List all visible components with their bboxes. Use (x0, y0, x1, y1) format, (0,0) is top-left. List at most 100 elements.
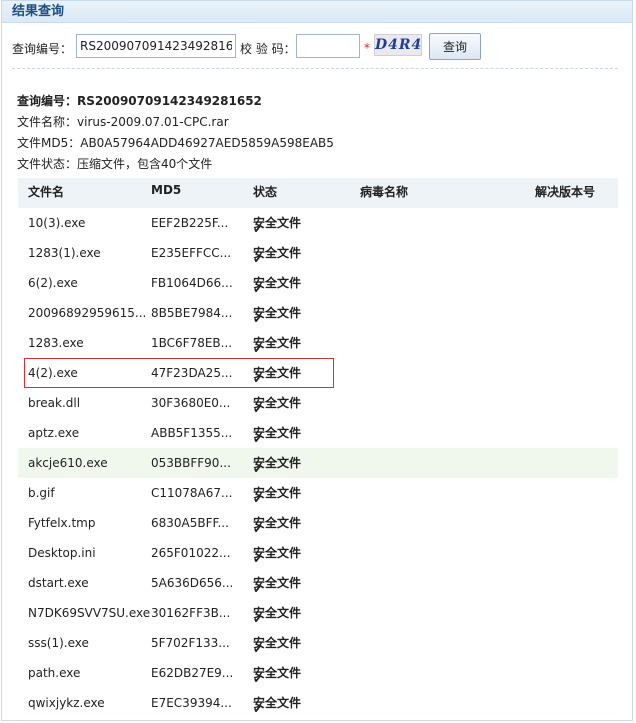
table-row: 1283.exe 1BC6F78EB... ✔ 安全文件 (18, 328, 618, 358)
checkmark-icon: ✔ (253, 492, 264, 506)
checkmark-icon: ✔ (253, 612, 264, 626)
row-md5: 053BBFF90... (151, 456, 231, 470)
row-status: ✔ 安全文件 (253, 544, 301, 566)
selected-row-outline (24, 358, 334, 388)
divider (12, 68, 618, 69)
table-row: qwixjykz.exe E7EC39394... ✔ 安全文件 (18, 688, 618, 718)
row-md5: E7EC39394... (151, 696, 232, 710)
table-row: Desktop.ini 265F01022... ✔ 安全文件 (18, 538, 618, 568)
row-md5: 30F3680E0... (151, 396, 231, 410)
checkmark-icon: ✔ (253, 432, 264, 446)
table-row: break.dll 30F3680E0... ✔ 安全文件 (18, 388, 618, 418)
row-status: ✔ 安全文件 (253, 424, 301, 446)
info-file-name: 文件名称：virus-2009.07.01-CPC.rar (17, 114, 617, 135)
table-row: dstart.exe 5A636D656... ✔ 安全文件 (18, 568, 618, 598)
row-file-name: Fytfelx.tmp (28, 516, 96, 530)
row-file-name: N7DK69SVV7SU.exe (28, 606, 151, 620)
header-virus-name: 病毒名称 (360, 185, 409, 199)
row-status: ✔ 安全文件 (253, 214, 301, 236)
row-md5: 5A636D656... (151, 576, 234, 590)
table-row: 1283(1).exe E235EFFCC... ✔ 安全文件 (18, 238, 618, 268)
row-status: ✔ 安全文件 (253, 274, 301, 296)
table-row: sss(1).exe 5F702F133... ✔ 安全文件 (18, 628, 618, 658)
result-query-panel: 结果查询 查询编号： 校 验 码： * D4R4 查询 查询编号：RS20090… (1, 0, 633, 721)
row-file-name: Desktop.ini (28, 546, 96, 560)
row-md5: 5F702F133... (151, 636, 230, 650)
row-file-name: 1283.exe (28, 336, 84, 350)
info-query-id-value: RS20090709142349281652 (77, 94, 262, 108)
row-status: ✔ 安全文件 (253, 694, 301, 716)
checkmark-icon: ✔ (253, 642, 264, 656)
info-query-id-label: 查询编号： (17, 94, 78, 108)
checkmark-icon: ✔ (253, 702, 264, 716)
row-file-name: aptz.exe (28, 426, 80, 440)
row-status: ✔ 安全文件 (253, 514, 301, 536)
row-file-name: sss(1).exe (28, 636, 89, 650)
checkmark-icon: ✔ (253, 312, 264, 326)
row-file-name: 20096892959615... (28, 306, 147, 320)
header-fix-version: 解决版本号 (535, 185, 596, 199)
row-md5: 6830A5BFF... (151, 516, 229, 530)
table-row: 10(3).exe EEF2B225F... ✔ 安全文件 (18, 208, 618, 238)
search-form: 查询编号： 校 验 码： * D4R4 查询 (12, 33, 622, 61)
query-button[interactable]: 查询 (429, 33, 481, 60)
table-row: akcje610.exe 053BBFF90... ✔ 安全文件 (18, 448, 618, 478)
row-file-name: b.gif (28, 486, 55, 500)
row-md5: 30162FF3B... (151, 606, 231, 620)
row-file-name: 10(3).exe (28, 216, 86, 230)
checkmark-icon: ✔ (253, 402, 264, 416)
info-file-name-label: 文件名称： (17, 115, 78, 129)
table-header: 文件名 MD5 状态 病毒名称 解决版本号 (18, 178, 618, 208)
info-file-status-value: 压缩文件，包含40个文件 (77, 157, 213, 171)
table-row: N7DK69SVV7SU.exe 30162FF3B... ✔ 安全文件 (18, 598, 618, 628)
row-file-name: break.dll (28, 396, 81, 410)
results-table: 文件名 MD5 状态 病毒名称 解决版本号 10(3).exe EEF2B225F… (18, 178, 618, 718)
checkmark-icon: ✔ (253, 252, 264, 266)
info-file-md5: 文件MD5：AB0A57964ADD46927AED5859A598EAB5 (17, 135, 617, 156)
verify-code-input[interactable] (296, 34, 360, 58)
table-row: path.exe E62DB27E9... ✔ 安全文件 (18, 658, 618, 688)
table-row: aptz.exe ABB5F1355... ✔ 安全文件 (18, 418, 618, 448)
row-status: ✔ 安全文件 (253, 454, 301, 476)
row-status: ✔ 安全文件 (253, 634, 301, 656)
table-row: Fytfelx.tmp 6830A5BFF... ✔ 安全文件 (18, 508, 618, 538)
row-md5: E62DB27E9... (151, 666, 234, 680)
row-md5: 1BC6F78EB... (151, 336, 233, 350)
row-file-name: 1283(1).exe (28, 246, 101, 260)
header-status: 状态 (253, 185, 278, 199)
checkmark-icon: ✔ (253, 582, 264, 596)
info-file-status-label: 文件状态： (17, 157, 78, 171)
header-md5: MD5 (151, 183, 182, 197)
row-md5: EEF2B225F... (151, 216, 229, 230)
verify-code-label: 校 验 码： (240, 42, 296, 56)
row-file-name: akcje610.exe (28, 456, 108, 470)
row-status: ✔ 安全文件 (253, 394, 301, 416)
checkmark-icon: ✔ (253, 282, 264, 296)
row-md5: C11078A67... (151, 486, 233, 500)
panel-title: 结果查询 (2, 1, 632, 23)
info-file-status: 文件状态：压缩文件，包含40个文件 (17, 156, 617, 177)
row-file-name: dstart.exe (28, 576, 89, 590)
row-status: ✔ 安全文件 (253, 604, 301, 626)
checkmark-icon: ✔ (253, 672, 264, 686)
info-file-md5-label: 文件MD5： (17, 136, 81, 150)
row-md5: FB1064D66... (151, 276, 233, 290)
row-status: ✔ 安全文件 (253, 664, 301, 686)
checkmark-icon: ✔ (253, 342, 264, 356)
captcha-image[interactable]: D4R4 (374, 34, 422, 56)
table-row: 6(2).exe FB1064D66... ✔ 安全文件 (18, 268, 618, 298)
info-file-name-value: virus-2009.07.01-CPC.rar (77, 115, 229, 129)
table-row: b.gif C11078A67... ✔ 安全文件 (18, 478, 618, 508)
table-row: 20096892959615... 8B5BE7984... ✔ 安全文件 (18, 298, 618, 328)
row-file-name: qwixjykz.exe (28, 696, 105, 710)
row-md5: ABB5F1355... (151, 426, 233, 440)
checkmark-icon: ✔ (253, 462, 264, 476)
checkmark-icon: ✔ (253, 522, 264, 536)
row-status: ✔ 安全文件 (253, 484, 301, 506)
info-file-md5-value: AB0A57964ADD46927AED5859A598EAB5 (80, 136, 334, 150)
checkmark-icon: ✔ (253, 222, 264, 236)
row-file-name: path.exe (28, 666, 81, 680)
header-file-name: 文件名 (28, 185, 65, 199)
query-id-input[interactable] (76, 34, 236, 58)
row-file-name: 6(2).exe (28, 276, 78, 290)
